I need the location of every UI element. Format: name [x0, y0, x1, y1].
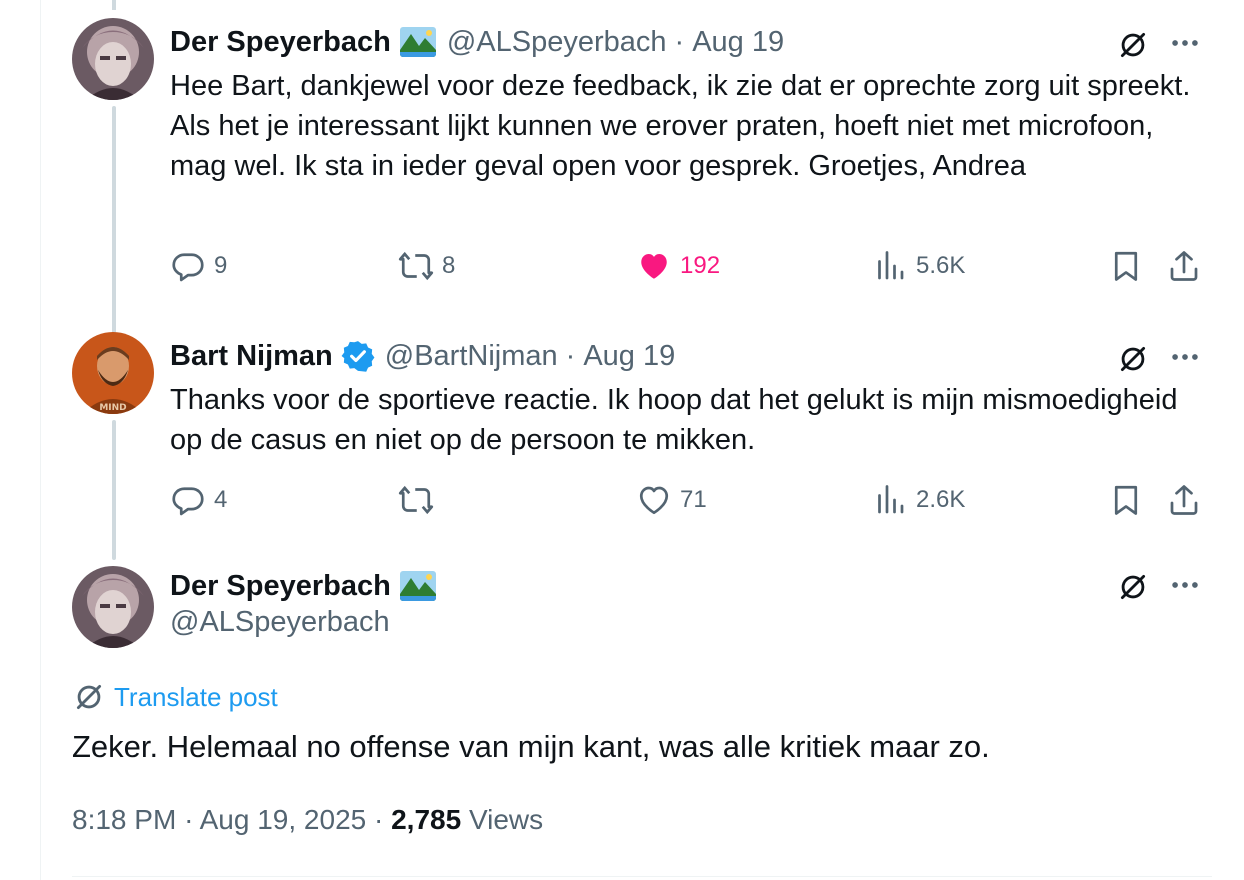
- main-tweet-header: Der Speyerbach @ALSpeyerbach: [72, 566, 1212, 656]
- separator-dot: ·: [374, 804, 384, 835]
- thread-line: [112, 420, 116, 560]
- thread-reply-2[interactable]: MIND Bart Nijman @BartNijman · Aug 19 Th…: [72, 332, 1212, 562]
- author-name[interactable]: Der Speyerbach: [170, 570, 391, 603]
- views-button[interactable]: 2.6K: [872, 480, 965, 520]
- reply-button[interactable]: 4: [170, 480, 227, 520]
- separator-dot: ·: [565, 339, 576, 372]
- views-count: 2.6K: [916, 486, 966, 513]
- repost-count: 8: [442, 252, 456, 279]
- tweet-meta: 8:18 PM · Aug 19, 2025 · 2,785 Views: [72, 804, 543, 836]
- main-author-row: Der Speyerbach: [170, 566, 437, 606]
- verified-badge-icon[interactable]: [341, 339, 375, 373]
- views-icon: [872, 482, 908, 518]
- like-icon: [636, 248, 672, 284]
- more-icon[interactable]: [1168, 340, 1202, 374]
- author-handle[interactable]: @ALSpeyerbach: [170, 606, 390, 639]
- repost-button[interactable]: 8: [398, 246, 455, 286]
- thread-reply-1[interactable]: Der Speyerbach @ALSpeyerbach · Aug 19 He…: [72, 18, 1212, 338]
- svg-text:MIND: MIND: [99, 403, 126, 413]
- views-button[interactable]: 5.6K: [872, 246, 965, 286]
- tweet-header: Bart Nijman @BartNijman · Aug 19: [170, 336, 675, 376]
- more-icon[interactable]: [1168, 26, 1202, 60]
- author-handle[interactable]: @ALSpeyerbach: [447, 26, 667, 59]
- landscape-emoji-icon: [399, 26, 437, 58]
- action-bar: 4 71 2.6K: [170, 480, 1210, 520]
- translate-post-link[interactable]: Translate post: [72, 680, 278, 714]
- author-name[interactable]: Der Speyerbach: [170, 26, 391, 59]
- avatar[interactable]: [72, 18, 154, 100]
- landscape-emoji-icon: [399, 570, 437, 602]
- thread-line: [112, 106, 116, 338]
- views-total: 2,785: [391, 804, 462, 835]
- share-button[interactable]: [1166, 480, 1202, 520]
- tweet-header: Der Speyerbach @ALSpeyerbach · Aug 19: [170, 22, 784, 62]
- views-icon: [872, 248, 908, 284]
- avatar[interactable]: MIND: [72, 332, 154, 414]
- translate-label: Translate post: [114, 681, 278, 712]
- main-tweet-text: Zeker. Helemaal no offense van mijn kant…: [72, 729, 990, 764]
- share-button[interactable]: [1166, 246, 1202, 286]
- author-handle[interactable]: @BartNijman: [385, 340, 558, 373]
- separator-dot: ·: [184, 804, 194, 835]
- like-button[interactable]: 71: [636, 480, 707, 520]
- thread-line-top: [112, 0, 116, 10]
- column-border: [40, 0, 41, 880]
- reply-count: 9: [214, 252, 228, 279]
- tweet-full-date[interactable]: Aug 19, 2025: [200, 804, 367, 835]
- repost-button[interactable]: [398, 480, 442, 520]
- tweet-text: Hee Bart, dankjewel voor deze feedback, …: [170, 70, 1191, 182]
- views-label: Views: [468, 804, 544, 835]
- translate-icon: [72, 680, 106, 714]
- repost-icon: [398, 248, 434, 284]
- grok-icon[interactable]: [1116, 28, 1150, 62]
- reply-icon: [170, 482, 206, 518]
- bookmark-icon: [1108, 482, 1144, 518]
- grok-icon[interactable]: [1116, 342, 1150, 376]
- action-bar: 9 8 192 5.6K: [170, 246, 1210, 286]
- bookmark-icon: [1108, 248, 1144, 284]
- share-icon: [1166, 248, 1202, 284]
- divider: [72, 876, 1212, 877]
- tweet-date[interactable]: Aug 19: [583, 340, 675, 373]
- like-count: 71: [680, 486, 707, 513]
- tweet-time[interactable]: 8:18 PM: [72, 804, 176, 835]
- reply-button[interactable]: 9: [170, 246, 227, 286]
- like-count: 192: [680, 252, 721, 279]
- reply-count: 4: [214, 486, 228, 513]
- bookmark-button[interactable]: [1108, 246, 1144, 286]
- avatar[interactable]: [72, 566, 154, 648]
- more-icon[interactable]: [1168, 568, 1202, 602]
- share-icon: [1166, 482, 1202, 518]
- views-count: 5.6K: [916, 252, 966, 279]
- bookmark-button[interactable]: [1108, 480, 1144, 520]
- reply-icon: [170, 248, 206, 284]
- author-name[interactable]: Bart Nijman: [170, 340, 333, 373]
- like-icon: [636, 482, 672, 518]
- tweet-date[interactable]: Aug 19: [692, 26, 784, 59]
- grok-icon[interactable]: [1116, 570, 1150, 604]
- repost-icon: [398, 482, 434, 518]
- separator-dot: ·: [674, 25, 685, 58]
- tweet-text: Thanks voor de sportieve reactie. Ik hoo…: [170, 384, 1178, 456]
- like-button[interactable]: 192: [636, 246, 720, 286]
